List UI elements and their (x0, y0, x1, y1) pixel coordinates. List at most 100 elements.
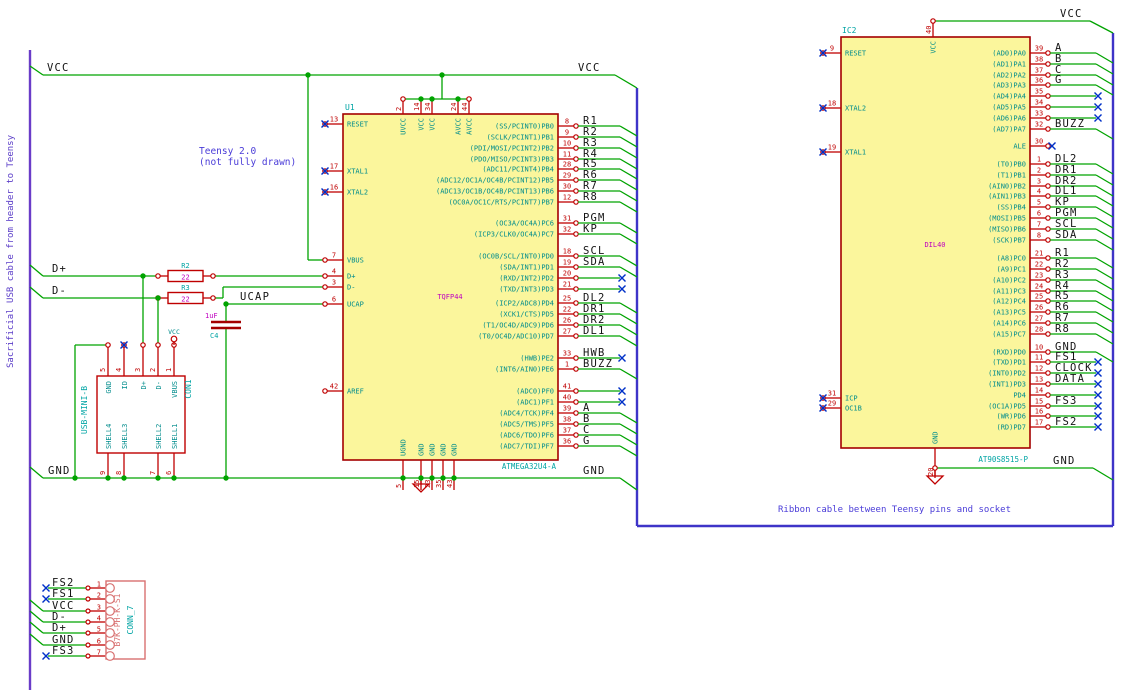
bus-entry-wire (619, 368, 638, 380)
wire[interactable] (1092, 467, 1114, 481)
pin-name: (A14)PC6 (992, 320, 1026, 328)
wire[interactable] (29, 65, 44, 76)
component-r2[interactable]: R2 22 (155, 262, 216, 283)
pin-number: 13 (1035, 376, 1043, 384)
pin-name: (A13)PC5 (992, 309, 1026, 317)
net-label-KP[interactable]: KP (583, 223, 598, 235)
pin-number: 35 (1035, 88, 1043, 96)
component-c4[interactable]: 1uF C4 (205, 312, 241, 340)
net-label-BUZZ[interactable]: BUZZ (1055, 118, 1085, 130)
junction-dot (223, 475, 229, 481)
wire[interactable] (614, 74, 638, 89)
bus-entry-wire (619, 324, 638, 336)
wire[interactable] (29, 264, 44, 277)
net-label-GND[interactable]: GND (48, 465, 71, 477)
pin-name: (SDA/INT1)PD1 (499, 264, 554, 272)
pin-end (573, 322, 579, 328)
net-label-VCC[interactable]: VCC (1060, 8, 1083, 20)
note-teensy-line2: (not fully drawn) (199, 157, 297, 168)
net-label-R8[interactable]: R8 (583, 191, 598, 203)
pin-end (1045, 82, 1051, 88)
pin-conn7-7[interactable]: FS3 7 (42, 645, 115, 661)
net-label-R8[interactable]: R8 (1055, 323, 1070, 335)
net-label-SDA[interactable]: SDA (583, 256, 606, 268)
net-label-D+[interactable]: D+ (52, 263, 67, 275)
net-label-FS3[interactable]: FS3 (52, 645, 75, 657)
pin-number: 3 (1037, 178, 1041, 186)
net-label-VCC[interactable]: VCC (578, 62, 601, 74)
net-label-G[interactable]: G (583, 435, 591, 447)
bus-entry-wire (1095, 333, 1114, 345)
pin-end (1045, 193, 1051, 199)
pin-name: ID (121, 381, 129, 389)
net-label-VCC[interactable]: VCC (47, 62, 70, 74)
pin-name: VCC (429, 118, 437, 131)
bus-entry-wire (619, 125, 638, 137)
net-label-FS1[interactable]: FS1 (52, 588, 75, 600)
pin-number: 22 (563, 306, 571, 314)
net-label-FS2[interactable]: FS2 (1055, 416, 1078, 428)
wire[interactable] (619, 477, 638, 491)
pin-end (1045, 331, 1051, 337)
pin-number: 25 (1035, 293, 1043, 301)
wire[interactable] (29, 466, 44, 479)
net-label-G[interactable]: G (1055, 74, 1063, 86)
pin-end (1045, 93, 1051, 99)
net-label-UCAP[interactable]: UCAP (240, 291, 270, 303)
ref-con1: CON1 (184, 379, 193, 398)
pin-name: GND (451, 443, 459, 456)
net-label-D+[interactable]: D+ (52, 622, 67, 634)
net-label-BUZZ[interactable]: BUZZ (583, 358, 613, 370)
pin-number: 36 (1035, 77, 1043, 85)
component-ic2[interactable]: IC2DIL40AT90S8515-P39(AD0)PA0 A38(AD1)PA1… (819, 21, 1114, 478)
component-r3[interactable]: R3 22 (155, 284, 216, 305)
pin-end (573, 421, 579, 427)
component-u1[interactable]: U1TQFP44ATMEGA32U4-A8(SS/PCINT0)PB0 R19(S… (321, 99, 638, 490)
pin-end (573, 399, 579, 405)
net-label-GND[interactable]: GND (583, 465, 606, 477)
pin-number: 5 (99, 368, 107, 372)
connector-pin-circle (105, 594, 115, 604)
pin-number: 7 (332, 252, 336, 260)
pin-number: 3 (332, 279, 336, 287)
pin-name: (AIN1)PB3 (988, 193, 1026, 201)
net-label-FS3[interactable]: FS3 (1055, 395, 1078, 407)
net-label-DATA[interactable]: DATA (1055, 373, 1085, 385)
pin-number: 1 (97, 581, 101, 589)
note-ribbon-cable: Ribbon cable between Teensy pins and soc… (778, 505, 1011, 515)
pin-name: UCAP (347, 301, 364, 309)
pin-number: 29 (828, 400, 836, 408)
pin-name: (A11)PC3 (992, 288, 1026, 296)
pin-end (1045, 172, 1051, 178)
pin-end (573, 188, 579, 194)
pin-end (210, 295, 216, 301)
pin-end (85, 630, 91, 636)
pin-number: 5 (395, 484, 403, 488)
component-conn7[interactable]: CONN_7B7K-PH-K-S1FS2 1FS1 2VCC 3D- 4D+ 5GND 6F… (29, 577, 146, 661)
net-label-D-[interactable]: D- (52, 285, 67, 297)
pin-name: GND (440, 443, 448, 456)
component-con1-usb-mini-b[interactable]: CON1 USB-MINI-B 5 GND 4 ID 3 D+ 2 D- 1 VBUS 9 SHELL4 8… (80, 341, 193, 479)
pin-number: 4 (332, 268, 336, 276)
pin-number: 26 (563, 317, 571, 325)
pin-end (1045, 237, 1051, 243)
pin-end (1045, 215, 1051, 221)
pin-end (573, 231, 579, 237)
pin-name: (AD0)PA0 (992, 50, 1026, 58)
pin-end (573, 199, 579, 205)
pin-end (1045, 126, 1051, 132)
wire[interactable] (29, 286, 44, 299)
net-label-GND[interactable]: GND (1053, 455, 1076, 467)
bus-entry-wire (1095, 279, 1114, 291)
pin-number: 22 (1035, 261, 1043, 269)
pin-end (573, 300, 579, 306)
pin-number: 16 (330, 184, 338, 192)
pin-end (1045, 370, 1051, 376)
net-label-SDA[interactable]: SDA (1055, 229, 1078, 241)
pin-end (573, 156, 579, 162)
pin-conn7-4[interactable]: D- 4 (29, 610, 115, 627)
pin-name: ALE (1013, 143, 1026, 151)
wire[interactable] (1089, 20, 1114, 34)
bus-entry-wire (619, 201, 638, 213)
net-label-DL1[interactable]: DL1 (583, 325, 606, 337)
